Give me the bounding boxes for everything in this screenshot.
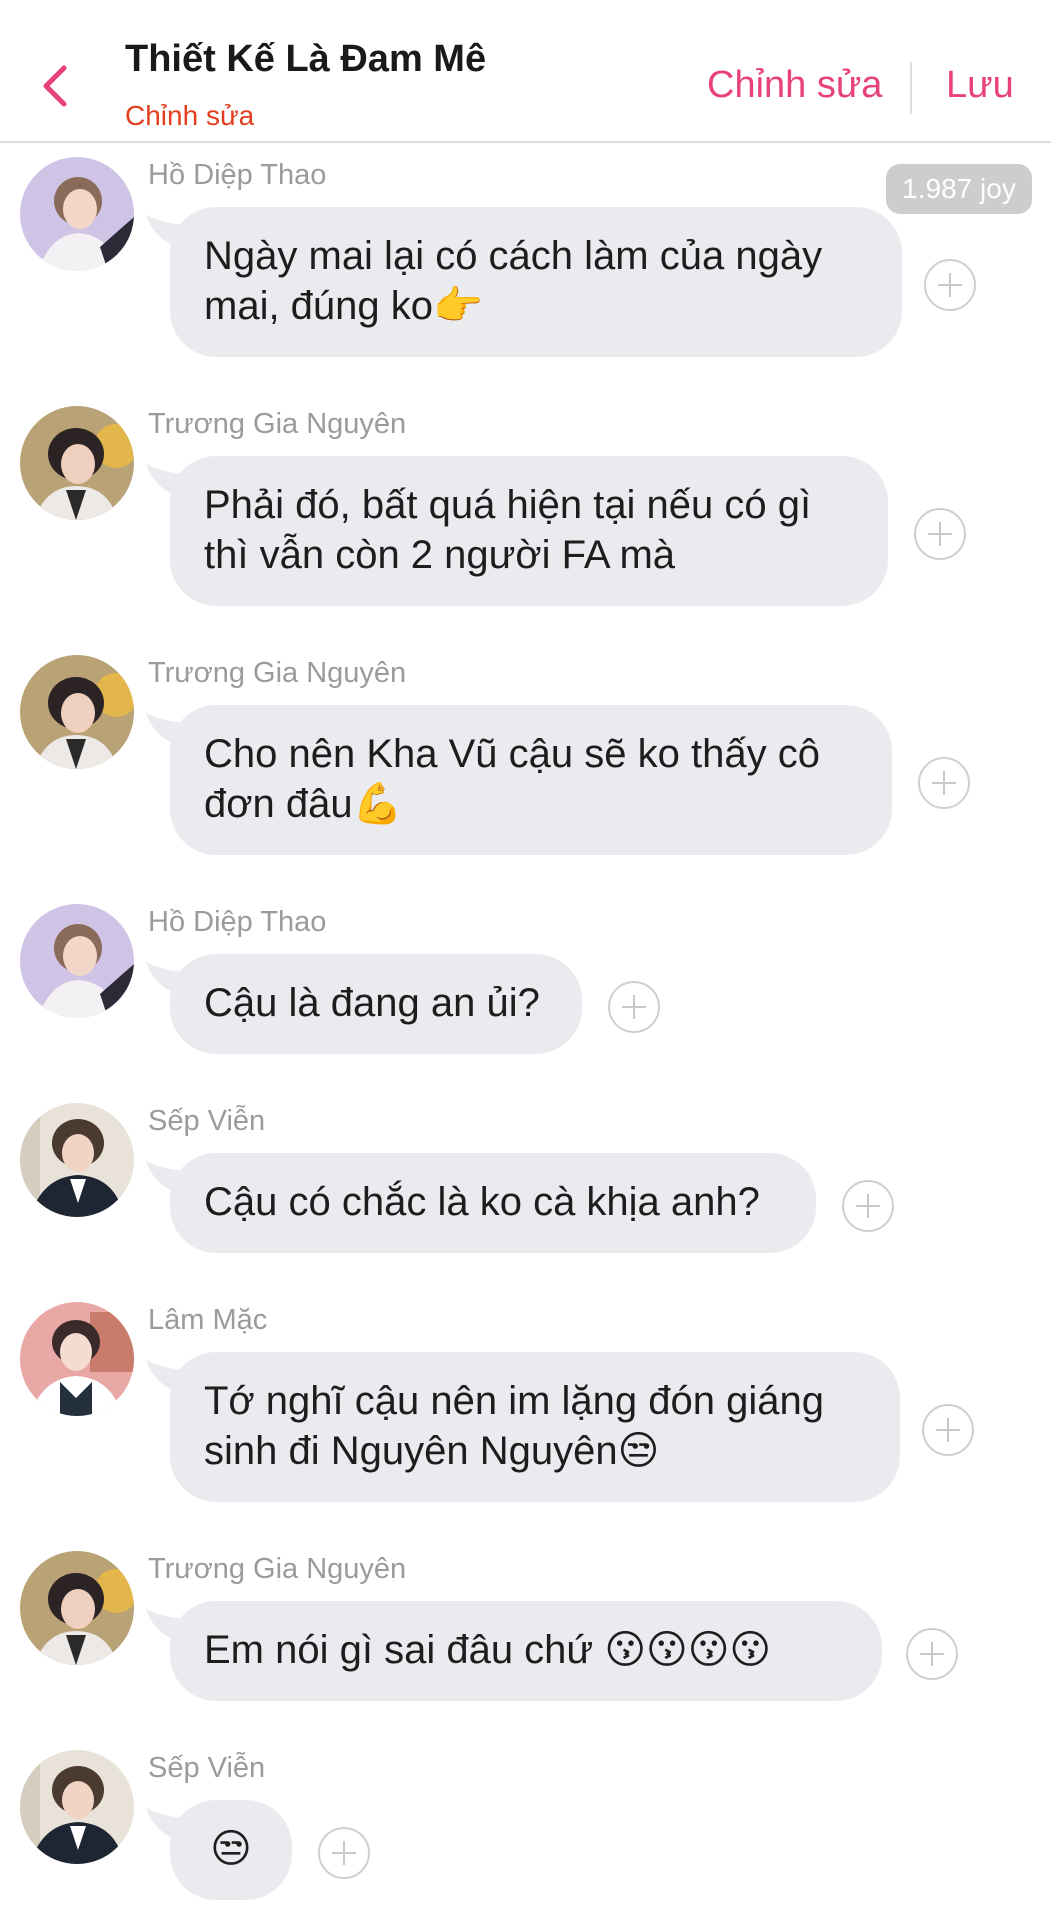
joy-badge: 1.987 joy xyxy=(886,164,1032,214)
avatar[interactable] xyxy=(20,157,134,271)
message-bubble[interactable]: Phải đó, bất quá hiện tại nếu có gì thì … xyxy=(170,456,888,606)
page-subtitle: Chỉnh sửa xyxy=(125,100,255,131)
sender-name: Trương Gia Nguyên xyxy=(148,657,407,689)
message-text-line: Cho nên Kha Vũ cậu sẽ ko thấy cô xyxy=(204,732,820,776)
react-plus-button[interactable] xyxy=(924,259,976,311)
sender-name: Lâm Mặc xyxy=(148,1304,268,1336)
chevron-left-icon xyxy=(43,65,67,107)
message-list[interactable]: Hồ Diệp Thao Ngày mai lại có cách làm củ… xyxy=(0,143,1051,1920)
message-bubble[interactable]: Cậu có chắc là ko cà khịa anh? xyxy=(170,1153,816,1253)
avatar[interactable] xyxy=(20,1302,134,1416)
sender-name: Sếp Viễn xyxy=(148,1752,266,1784)
message-bubble[interactable]: Cho nên Kha Vũ cậu sẽ ko thấy cô đơn đâu… xyxy=(170,705,892,855)
react-plus-button[interactable] xyxy=(922,1404,974,1456)
react-plus-button[interactable] xyxy=(842,1180,894,1232)
message-text-line: Ngày mai lại có cách làm của ngày xyxy=(204,234,823,278)
message-bubble[interactable]: Cậu là đang an ủi? xyxy=(170,954,582,1054)
header-divider xyxy=(910,62,912,114)
message-bubble[interactable]: 😒 xyxy=(170,1800,292,1900)
chat-header: Thiết Kế Là Đam Mê Chỉnh sửa Chỉnh sửa L… xyxy=(0,0,1051,143)
react-plus-button[interactable] xyxy=(318,1827,370,1879)
message-text-line: sinh đi Nguyên Nguyên😒 xyxy=(204,1429,660,1473)
react-plus-button[interactable] xyxy=(914,508,966,560)
message-bubble[interactable]: Tớ nghĩ cậu nên im lặng đón giáng sinh đ… xyxy=(170,1352,900,1502)
page-title: Thiết Kế Là Đam Mê xyxy=(125,38,487,80)
sender-name: Trương Gia Nguyên xyxy=(148,1553,407,1585)
react-plus-button[interactable] xyxy=(906,1628,958,1680)
message-bubble[interactable]: Ngày mai lại có cách làm của ngày mai, đ… xyxy=(170,207,902,357)
message-text-line: Cậu là đang an ủi? xyxy=(204,981,540,1025)
edit-button[interactable]: Chỉnh sửa xyxy=(707,64,882,107)
message-text-line: Cậu có chắc là ko cà khịa anh? xyxy=(204,1180,760,1224)
message-bubble[interactable]: Em nói gì sai đâu chứ 😗😗😗😗 xyxy=(170,1601,882,1701)
avatar[interactable] xyxy=(20,904,134,1018)
save-button[interactable]: Lưu xyxy=(946,64,1014,107)
avatar[interactable] xyxy=(20,655,134,769)
message-text-line: 😒 xyxy=(210,1826,252,1872)
react-plus-button[interactable] xyxy=(608,981,660,1033)
avatar[interactable] xyxy=(20,1750,134,1864)
avatar[interactable] xyxy=(20,406,134,520)
sender-name: Sếp Viễn xyxy=(148,1105,266,1137)
avatar[interactable] xyxy=(20,1551,134,1665)
message-text-line: Phải đó, bất quá hiện tại nếu có gì xyxy=(204,483,812,527)
back-button[interactable] xyxy=(30,56,80,116)
message-text-line: thì vẫn còn 2 người FA mà xyxy=(204,533,676,577)
react-plus-button[interactable] xyxy=(918,757,970,809)
message-text-line: Em nói gì sai đâu chứ 😗😗😗😗 xyxy=(204,1628,772,1672)
message-text-line: mai, đúng ko👉 xyxy=(204,284,483,328)
message-text-line: Tớ nghĩ cậu nên im lặng đón giáng xyxy=(204,1379,824,1423)
sender-name: Hồ Diệp Thao xyxy=(148,159,327,191)
message-text-line: đơn đâu💪 xyxy=(204,782,403,826)
sender-name: Hồ Diệp Thao xyxy=(148,906,327,938)
sender-name: Trương Gia Nguyên xyxy=(148,408,407,440)
avatar[interactable] xyxy=(20,1103,134,1217)
